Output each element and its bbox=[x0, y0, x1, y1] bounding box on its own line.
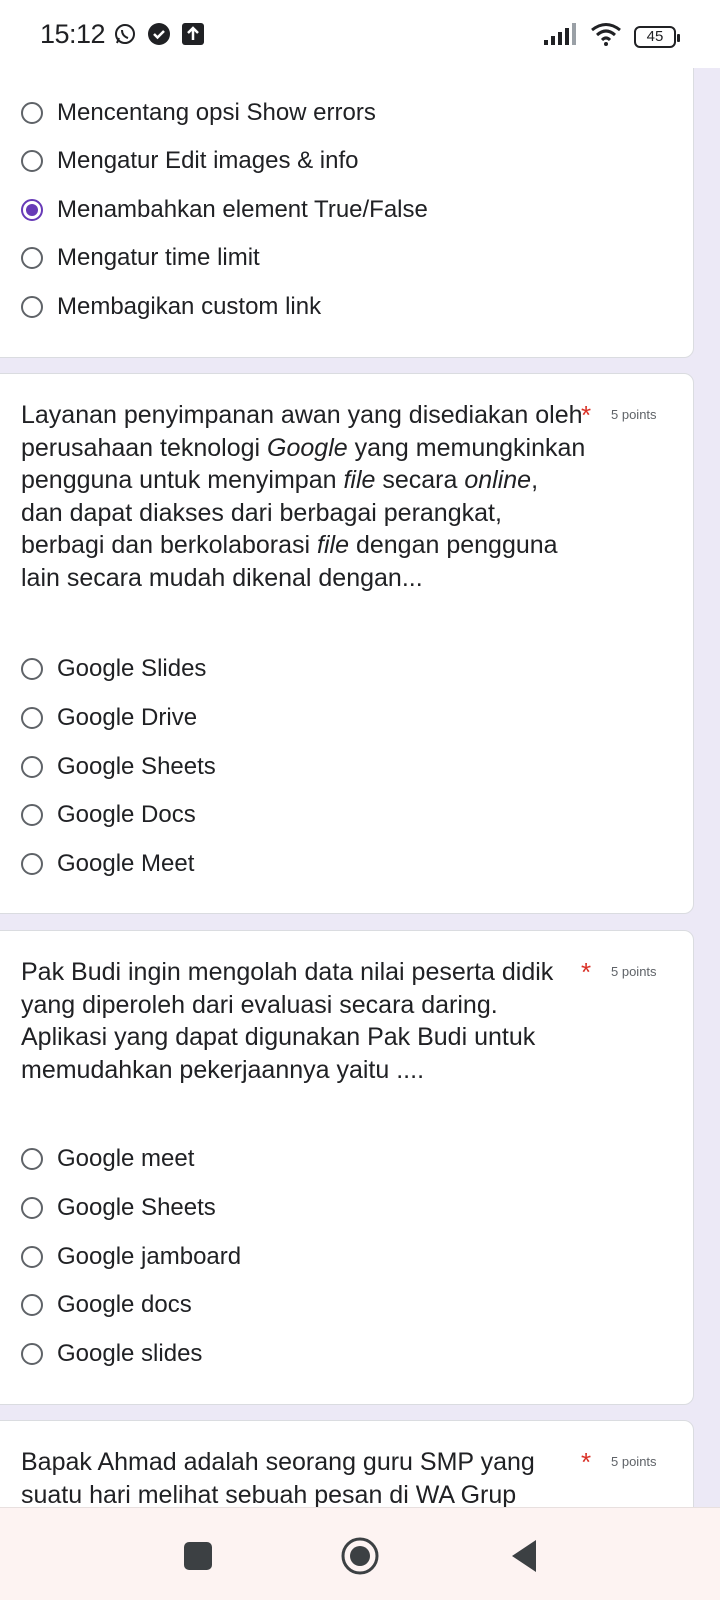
option-label: Membagikan custom link bbox=[57, 293, 322, 320]
option-google-docs[interactable]: Google docs bbox=[21, 1285, 661, 1325]
circle-home-icon bbox=[341, 1537, 379, 1575]
system-nav-bar bbox=[0, 1507, 720, 1600]
back-button[interactable] bbox=[504, 1536, 544, 1576]
option-label: Google Docs bbox=[57, 801, 196, 828]
whatsapp-icon bbox=[113, 22, 137, 46]
option-label: Mengatur time limit bbox=[57, 244, 260, 271]
option-label: Mencentang opsi Show errors bbox=[57, 99, 376, 126]
question-text: Layanan penyimpanan awan yang disediakan… bbox=[21, 401, 586, 592]
option-time-limit[interactable]: Mengatur time limit bbox=[21, 238, 661, 278]
option-google-slides[interactable]: Google Slides bbox=[21, 649, 661, 689]
option-label: Google docs bbox=[57, 1291, 192, 1318]
question-card-drive: Layanan penyimpanan awan yang disediakan… bbox=[0, 373, 694, 914]
question-card-pakbudi: Pak Budi ingin mengolah data nilai peser… bbox=[0, 930, 694, 1405]
option-google-slides[interactable]: Google slides bbox=[21, 1334, 661, 1374]
option-label: Google meet bbox=[57, 1145, 195, 1172]
status-bar: 15:12 45 bbox=[0, 0, 720, 68]
option-google-meet[interactable]: Google Meet bbox=[21, 844, 661, 884]
option-edit-images[interactable]: Mengatur Edit images & info bbox=[21, 141, 661, 181]
radio-button[interactable] bbox=[21, 296, 43, 318]
wifi-icon bbox=[590, 22, 622, 51]
status-time: 15:12 bbox=[40, 18, 106, 49]
radio-button[interactable] bbox=[21, 853, 43, 875]
option-label: Google Slides bbox=[57, 655, 207, 682]
option-label: Mengatur Edit images & info bbox=[57, 147, 359, 174]
radio-button[interactable] bbox=[21, 1246, 43, 1268]
option-show-errors[interactable]: Mencentang opsi Show errors bbox=[21, 93, 661, 133]
question-text: Pak Budi ingin mengolah data nilai peser… bbox=[21, 958, 554, 1084]
radio-button[interactable] bbox=[21, 247, 43, 269]
option-google-docs[interactable]: Google Docs bbox=[21, 795, 661, 835]
upload-icon bbox=[181, 22, 205, 46]
option-google-meet[interactable]: Google meet bbox=[21, 1139, 661, 1179]
option-custom-link[interactable]: Membagikan custom link bbox=[21, 287, 661, 327]
question-text: Bapak Ahmad adalah seorang guru SMP yang… bbox=[21, 1448, 535, 1507]
form-scroll-area[interactable]: Mencentang opsi Show errors Mengatur Edi… bbox=[0, 0, 720, 1507]
required-asterisk: * bbox=[581, 1447, 592, 1477]
question-card-prev: Mencentang opsi Show errors Mengatur Edi… bbox=[0, 20, 694, 358]
option-label: Google Sheets bbox=[57, 1194, 216, 1221]
signal-icon bbox=[544, 23, 578, 50]
home-button[interactable] bbox=[340, 1536, 380, 1576]
radio-button-selected[interactable] bbox=[21, 199, 43, 221]
radio-button[interactable] bbox=[21, 150, 43, 172]
recents-button[interactable] bbox=[178, 1536, 218, 1576]
radio-button[interactable] bbox=[21, 707, 43, 729]
required-asterisk: * bbox=[581, 957, 592, 987]
points-label: 5 points bbox=[611, 964, 657, 979]
points-label: 5 points bbox=[611, 1454, 657, 1469]
radio-button[interactable] bbox=[21, 804, 43, 826]
option-label: Google Meet bbox=[57, 850, 195, 877]
option-label: Google Sheets bbox=[57, 753, 216, 780]
question-card-ahmad: Bapak Ahmad adalah seorang guru SMP yang… bbox=[0, 1420, 694, 1507]
radio-button[interactable] bbox=[21, 658, 43, 680]
radio-button[interactable] bbox=[21, 1197, 43, 1219]
back-triangle-icon bbox=[512, 1540, 536, 1572]
option-label: Google slides bbox=[57, 1340, 203, 1367]
required-asterisk: * bbox=[581, 400, 592, 430]
option-label: Google jamboard bbox=[57, 1243, 242, 1270]
option-google-jamboard[interactable]: Google jamboard bbox=[21, 1237, 661, 1277]
battery-icon: 45 bbox=[634, 25, 680, 48]
option-google-drive[interactable]: Google Drive bbox=[21, 698, 661, 738]
option-label: Menambahkan element True/False bbox=[57, 196, 428, 223]
option-label: Google Drive bbox=[57, 704, 198, 731]
radio-button[interactable] bbox=[21, 1294, 43, 1316]
square-icon bbox=[184, 1542, 212, 1570]
check-circle-icon bbox=[147, 22, 171, 46]
option-google-sheets[interactable]: Google Sheets bbox=[21, 1188, 661, 1228]
option-google-sheets[interactable]: Google Sheets bbox=[21, 747, 661, 787]
option-true-false[interactable]: Menambahkan element True/False bbox=[21, 190, 661, 230]
radio-button[interactable] bbox=[21, 102, 43, 124]
radio-button[interactable] bbox=[21, 1343, 43, 1365]
radio-button[interactable] bbox=[21, 756, 43, 778]
points-label: 5 points bbox=[611, 407, 657, 422]
radio-button[interactable] bbox=[21, 1148, 43, 1170]
